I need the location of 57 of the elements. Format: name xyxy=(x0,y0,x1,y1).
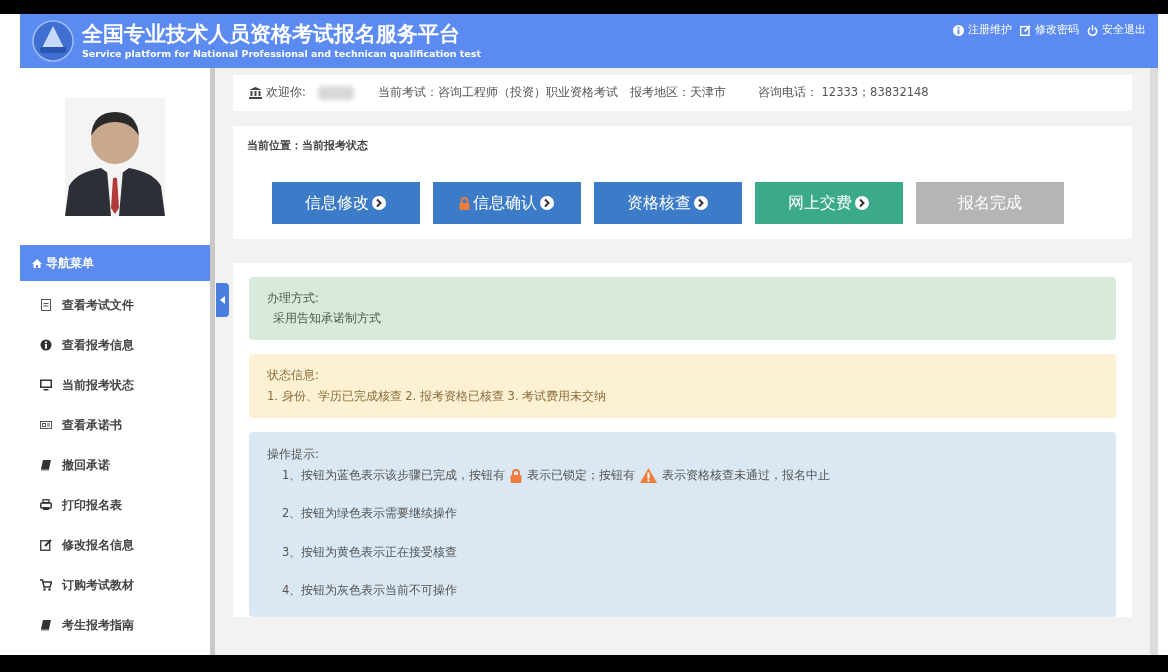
info-icon xyxy=(40,339,52,351)
sidebar-item[interactable]: 查看报考信息 xyxy=(20,325,210,365)
edit-icon xyxy=(1020,24,1031,36)
step-button[interactable]: 信息修改 xyxy=(271,182,420,225)
arrow-circle-icon xyxy=(694,196,708,211)
sidebar-item[interactable]: 考生报考指南 xyxy=(20,605,210,645)
collapse-tab[interactable] xyxy=(216,283,229,317)
card-icon xyxy=(40,419,52,431)
monitor-icon xyxy=(40,379,52,391)
arrow-circle-icon xyxy=(372,196,386,211)
panel-title: 状态信息: xyxy=(267,367,320,385)
breadcrumb: 当前位置：当前报考状态 xyxy=(246,137,369,154)
sidebar-item[interactable]: 查看考试文件 xyxy=(20,285,210,325)
exam-region: 报考地区：天津市 xyxy=(629,84,726,102)
cart-icon xyxy=(40,579,52,591)
home-icon xyxy=(32,258,42,268)
scrollbar[interactable] xyxy=(1150,68,1158,655)
info-icon xyxy=(953,24,964,36)
step-button[interactable]: 信息确认 xyxy=(432,182,581,225)
nav-menu-header: 导航菜单 xyxy=(20,245,210,281)
book-icon xyxy=(40,459,52,471)
welcome-label: 欢迎你: xyxy=(266,84,306,102)
sidebar-item[interactable]: 查看承诺书 xyxy=(20,405,210,445)
bank-icon xyxy=(249,86,262,99)
tip-text: 4、按钮为灰色表示当前不可操作 xyxy=(282,581,458,599)
arrow-circle-icon xyxy=(540,196,554,211)
warning-icon xyxy=(640,468,658,484)
redacted-name xyxy=(317,85,354,100)
document-icon xyxy=(40,299,52,311)
tip-text: 表示资格核查未通过，报名中止 xyxy=(662,467,831,484)
lock-icon xyxy=(459,196,470,210)
logo-icon xyxy=(32,20,74,62)
panel-text: 采用告知承诺制方式 xyxy=(272,310,382,327)
tip-text: 2、按钮为绿色表示需要继续操作 xyxy=(282,505,458,523)
hotline: 咨询电话： 12333；83832148 xyxy=(757,84,929,102)
tip-text: 1、按钮为蓝色表示该步骤已完成，按钮有 xyxy=(282,467,506,484)
panel-title: 办理方式: xyxy=(267,289,320,307)
tip-text: 3、按钮为黄色表示正在接受核查 xyxy=(282,543,458,561)
book-icon xyxy=(40,619,52,631)
sidebar-item[interactable]: 修改报名信息 xyxy=(20,525,210,565)
site-title: 全国专业技术人员资格考试报名服务平台 xyxy=(82,21,461,47)
sidebar-item[interactable]: 订购考试教材 xyxy=(20,565,210,605)
sidebar-item[interactable]: 打印报名表 xyxy=(20,485,210,525)
sidebar-item[interactable]: 当前报考状态 xyxy=(20,365,210,405)
printer-icon xyxy=(40,499,52,511)
step-button[interactable]: 资格核查 xyxy=(593,182,742,225)
power-icon xyxy=(1087,24,1098,36)
sidebar-item[interactable]: 撤回承诺 xyxy=(20,445,210,485)
caret-left-icon xyxy=(219,296,226,304)
arrow-circle-icon xyxy=(855,196,869,211)
edit-icon xyxy=(40,539,52,551)
exam-name: 当前考试：咨询工程师（投资）职业资格考试 xyxy=(377,84,618,102)
tip-text: 表示已锁定；按钮有 xyxy=(527,467,636,484)
site-subtitle: Service platform for National Professional and technican qualification test xyxy=(82,47,482,61)
lock-icon xyxy=(510,468,523,483)
panel-text: 1. 身份、学历已完成核查 2. 报考资格已核查 3. 考试费用未交纳 xyxy=(267,387,608,405)
tips-title: 操作提示: xyxy=(267,445,320,463)
